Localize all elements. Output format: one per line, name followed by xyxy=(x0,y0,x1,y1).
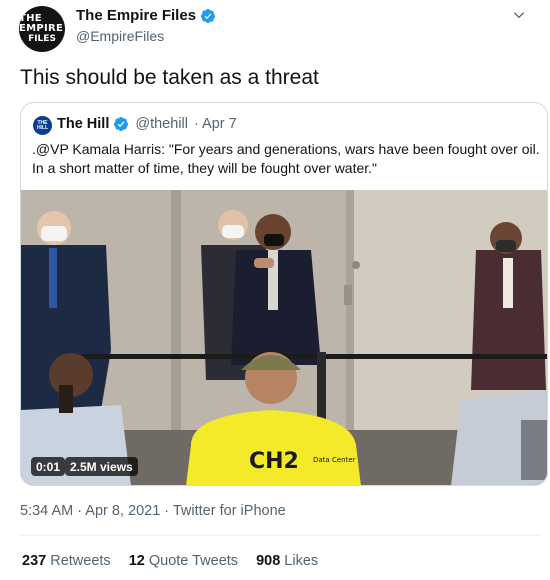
engagement-stats: 237 Retweets 12 Quote Tweets 908 Likes xyxy=(22,553,318,569)
quoted-text: .@VP Kamala Harris: "For years and gener… xyxy=(32,141,540,176)
quoted-author-avatar: THE HILL xyxy=(33,116,52,135)
retweets-stat[interactable]: 237 Retweets xyxy=(22,553,111,569)
quote-tweets-count: 12 xyxy=(128,553,145,569)
video-duration: 0:01 xyxy=(31,457,66,476)
quoted-author-name: The Hill xyxy=(57,116,110,132)
quote-tweets-label: Quote Tweets xyxy=(148,553,239,569)
author-avatar[interactable]: THE EMPIRE FILES xyxy=(19,6,65,52)
video-views: 2.5M views xyxy=(65,457,138,476)
author-name[interactable]: The Empire Files xyxy=(76,7,196,24)
likes-count: 908 xyxy=(256,553,281,569)
quoted-author-handle: @thehill xyxy=(135,116,188,132)
retweets-label: Retweets xyxy=(50,553,111,569)
quote-tweets-stat[interactable]: 12 Quote Tweets xyxy=(129,553,238,569)
shirt-text: CH2 xyxy=(249,449,299,474)
likes-label: Likes xyxy=(284,553,319,569)
quoted-date: · Apr 7 xyxy=(193,116,237,132)
quoted-header: The Hill @thehill · Apr 7 xyxy=(57,116,237,132)
avatar-text-line1: THE EMPIRE xyxy=(19,13,64,34)
video-player[interactable]: CH2 Data Center 0:01 2.5M views xyxy=(21,190,547,485)
caret-down-icon xyxy=(513,12,525,19)
author-name-row[interactable]: The Empire Files xyxy=(76,7,216,24)
author-handle[interactable]: @EmpireFiles xyxy=(76,28,164,44)
shirt-subtext: Data Center xyxy=(313,456,356,464)
tweet-timestamp[interactable]: 5:34 AM · Apr 8, 2021 · Twitter for iPho… xyxy=(20,503,286,519)
more-options-button[interactable] xyxy=(512,8,534,24)
avatar-text-line2: FILES xyxy=(28,34,56,44)
likes-stat[interactable]: 908 Likes xyxy=(256,553,318,569)
tweet-text: This should be taken as a threat xyxy=(20,66,319,89)
divider xyxy=(20,535,540,536)
verified-badge-icon xyxy=(201,8,216,23)
video-frame: CH2 Data Center xyxy=(21,190,547,485)
quoted-tweet[interactable]: THE HILL The Hill @thehill · Apr 7 .@VP … xyxy=(20,102,548,486)
retweets-count: 237 xyxy=(22,553,47,569)
verified-badge-icon xyxy=(114,117,129,131)
